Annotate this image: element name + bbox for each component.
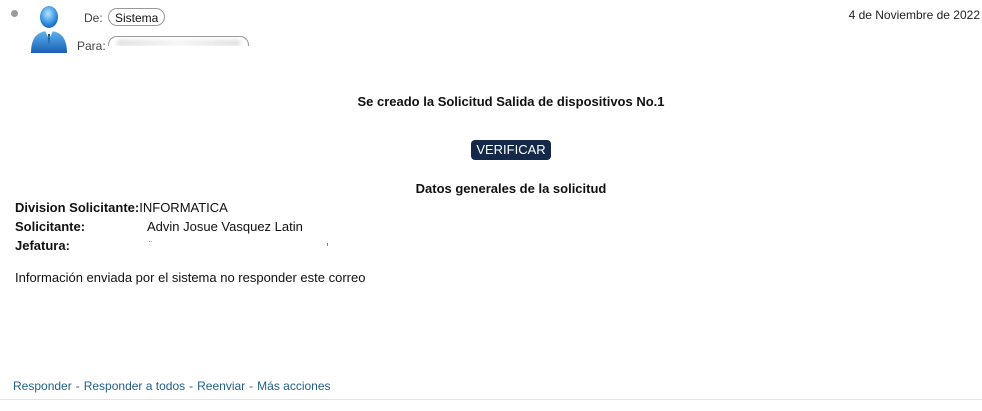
field-jefatura: Jefatura:	[15, 238, 70, 253]
sender-avatar	[28, 3, 70, 53]
reply-all-link[interactable]: Responder a todos	[84, 379, 185, 393]
field-label: Solicitante:	[15, 219, 86, 234]
email-title: Se creado la Solicitud Salida de disposi…	[357, 94, 665, 109]
field-division: Division Solicitante:INFORMATICA	[15, 200, 228, 215]
reply-link[interactable]: Responder	[13, 379, 72, 393]
more-actions-link[interactable]: Más acciones	[257, 379, 330, 393]
field-label: Jefatura:	[15, 238, 70, 253]
field-value: Advin Josue Vasquez Latin	[147, 219, 303, 234]
email-date: 4 de Noviembre de 2022	[848, 8, 980, 22]
separator: -	[249, 379, 254, 393]
from-label: De:	[84, 11, 103, 25]
from-sender-chip[interactable]: Sistema	[108, 8, 166, 26]
verify-button[interactable]: VERIFICAR	[471, 140, 551, 160]
user-silhouette-icon	[31, 6, 67, 53]
unread-indicator-icon	[11, 10, 18, 17]
separator: -	[189, 379, 194, 393]
forward-link[interactable]: Reenviar	[197, 379, 245, 393]
message-actions: Responder - Responder a todos - Reenviar - Más…	[13, 379, 331, 393]
to-label: Para:	[77, 39, 106, 53]
separator: -	[75, 379, 80, 393]
svg-text:˄: ˄	[148, 241, 153, 247]
footer-note: Información enviada por el sistema no re…	[15, 270, 366, 285]
redacted-value: ˄	[148, 240, 328, 250]
field-solicitante: Solicitante: Advin Josue Vasquez Latin	[15, 219, 303, 234]
divider	[0, 399, 982, 400]
field-label: Division Solicitante:	[15, 200, 140, 215]
section-title: Datos generales de la solicitud	[415, 181, 607, 196]
field-value: INFORMATICA	[139, 200, 228, 215]
to-recipient-chip[interactable]	[108, 36, 249, 46]
